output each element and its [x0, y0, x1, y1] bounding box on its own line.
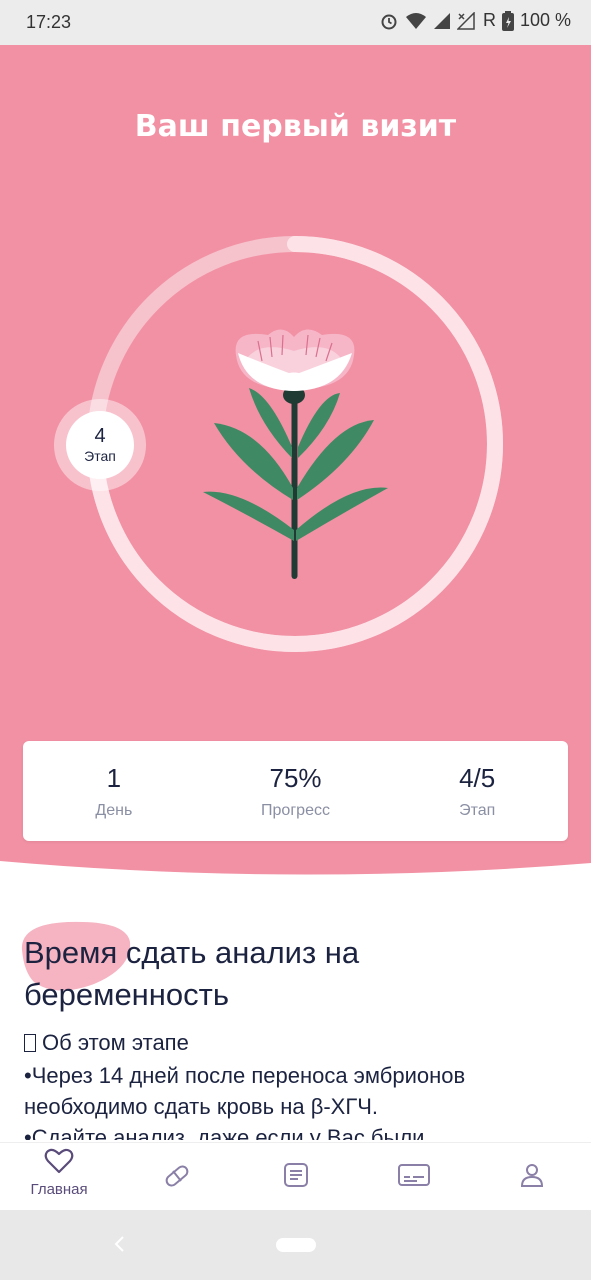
signal-x-icon	[456, 11, 475, 30]
about-stage-text: Об этом этапе	[42, 1030, 189, 1055]
notes-icon	[283, 1163, 308, 1187]
status-bar: 17:23 R 100 %	[0, 0, 591, 45]
stat-day-label: День	[95, 802, 133, 819]
nav-item-medications[interactable]	[118, 1143, 236, 1210]
stat-progress-label: Прогресс	[261, 802, 330, 819]
description-line-cut: •Сдайте анализ, даже если у Вас были	[24, 1125, 425, 1140]
stat-stage-label: Этап	[459, 802, 496, 819]
battery-level: 100 %	[519, 10, 571, 30]
missing-glyph-icon	[24, 1034, 36, 1052]
alarm-icon	[381, 14, 397, 29]
card-icon	[397, 1164, 430, 1186]
signal-icon	[433, 12, 450, 29]
about-stage-heading: Об этом этапе	[24, 1028, 189, 1058]
stat-day-value: 1	[106, 763, 122, 793]
nav-item-notes[interactable]	[236, 1143, 354, 1210]
stat-stage: 4/5 Этап	[386, 741, 568, 841]
nav-home-label: Главная	[30, 1181, 88, 1198]
flower-illustration	[203, 329, 388, 579]
content-section: Время сдать анализ на беременность Об эт…	[0, 900, 591, 1140]
stats-card: 1 День 75% Прогресс 4/5 Этап	[23, 741, 568, 841]
description-line: •Через 14 дней после переноса эмбрионов …	[24, 1063, 466, 1119]
carrier-label: R	[482, 10, 496, 30]
hero-section: Ваш первый визит 4 Этап 1 День 75% Прогр…	[0, 45, 591, 880]
stat-progress-value: 75%	[269, 763, 322, 793]
wifi-icon	[405, 12, 426, 29]
home-gesture-pill[interactable]	[276, 1238, 316, 1252]
stage-badge: 4 Этап	[54, 399, 146, 491]
stat-progress: 75% Прогресс	[205, 741, 387, 841]
system-nav-bar	[0, 1210, 591, 1280]
heart-icon	[44, 1148, 74, 1174]
status-time: 17:23	[26, 12, 72, 32]
stat-stage-value: 4/5	[459, 763, 496, 793]
nav-item-profile[interactable]	[473, 1143, 591, 1210]
stage-headline: Время сдать анализ на беременность	[24, 935, 360, 1012]
stage-description: •Через 14 дней после переноса эмбрионов …	[24, 1060, 574, 1140]
bottom-nav: Главная	[0, 1142, 591, 1210]
status-icons: R 100 %	[379, 10, 571, 31]
nav-item-card[interactable]	[355, 1143, 473, 1210]
back-icon[interactable]	[112, 1234, 128, 1254]
stage-badge-inner: 4 Этап	[66, 411, 134, 479]
stage-label: Этап	[84, 448, 116, 464]
stage-number: 4	[94, 425, 106, 447]
profile-icon	[520, 1164, 543, 1187]
nav-item-home[interactable]: Главная	[0, 1143, 118, 1210]
pill-icon	[165, 1165, 189, 1187]
stat-day: 1 День	[23, 741, 205, 841]
battery-icon	[501, 10, 514, 31]
